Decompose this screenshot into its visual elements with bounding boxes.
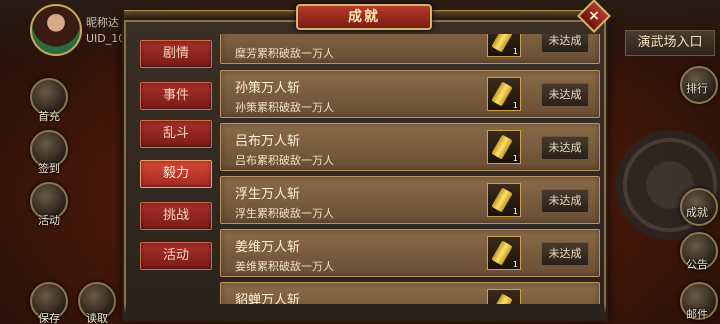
arena-entrance-button[interactable]: 演武场入口 <box>625 30 715 56</box>
notice-label: 公告 <box>686 258 708 271</box>
achievement-title: 孙策万人斩 <box>235 81 301 96</box>
list-item: 吕布万人斩 吕布累积破敌一万人 1 未达成 <box>220 123 600 171</box>
tab-challenge[interactable]: 挑战 <box>140 202 212 230</box>
achievement-desc: 孙策累积破敌一万人 <box>235 101 334 114</box>
close-icon: × <box>588 7 600 24</box>
reward-count: 1 <box>512 260 518 269</box>
status-button[interactable]: 未达成 <box>541 34 589 53</box>
reward-item[interactable]: 1 <box>487 77 521 111</box>
scroll-icon <box>491 240 513 266</box>
reward-count: 1 <box>512 207 518 216</box>
achievement-desc: 吕布累积破敌一万人 <box>235 154 334 167</box>
list-item: 姜维万人斩 姜维累积破敌一万人 1 未达成 <box>220 229 600 277</box>
reward-item[interactable]: 1 <box>487 130 521 164</box>
achievement-desc: 糜芳累积破敌一万人 <box>235 47 334 60</box>
activity-label: 活动 <box>38 214 60 227</box>
list-item: 浮生万人斩 浮生累积破敌一万人 1 未达成 <box>220 176 600 224</box>
status-button[interactable]: 未达成 <box>541 242 589 266</box>
achievement-label: 成就 <box>686 206 708 219</box>
load-label: 读取 <box>86 312 108 324</box>
first-recharge-label: 首充 <box>38 110 60 123</box>
tab-melee[interactable]: 乱斗 <box>140 120 212 148</box>
achievement-list[interactable]: 糜芳累积破敌一万人 1 未达成 孙策万人斩 孙策累积破敌一万人 1 未达成 吕布… <box>218 34 602 304</box>
status-button[interactable]: 未达成 <box>541 83 589 107</box>
achievement-title: 姜维万人斩 <box>235 240 301 255</box>
reward-count: 1 <box>512 101 518 110</box>
scroll-icon <box>491 34 513 53</box>
tab-activity[interactable]: 活动 <box>140 242 212 270</box>
reward-item[interactable]: 1 <box>487 236 521 270</box>
list-item: 孙策万人斩 孙策累积破敌一万人 1 未达成 <box>220 70 600 118</box>
reward-item[interactable]: 1 <box>487 34 521 57</box>
avatar[interactable] <box>30 4 82 56</box>
achievement-title: 浮生万人斩 <box>235 187 301 202</box>
sign-in-label: 签到 <box>38 162 60 175</box>
tab-story[interactable]: 剧情 <box>140 40 212 68</box>
category-tabs: 剧情 事件 乱斗 毅力 挑战 活动 <box>136 34 216 304</box>
achievement-title: 貂蝉万人斩 <box>235 293 301 304</box>
scroll-icon <box>491 187 513 213</box>
reward-item[interactable]: 1 <box>487 183 521 217</box>
ranking-label: 排行 <box>686 82 708 95</box>
scroll-icon <box>491 134 513 160</box>
mail-label: 邮件 <box>686 308 708 321</box>
reward-item[interactable] <box>487 289 521 304</box>
panel-bottom-edge <box>124 304 606 320</box>
tab-perseverance[interactable]: 毅力 <box>140 160 212 188</box>
player-nickname: 昵称达 <box>86 16 119 29</box>
panel-title: 成就 <box>296 4 432 30</box>
status-button[interactable]: 未达成 <box>541 189 589 213</box>
achievement-desc: 浮生累积破敌一万人 <box>235 207 334 220</box>
status-button[interactable]: 未达成 <box>541 136 589 160</box>
list-item: 糜芳累积破敌一万人 1 未达成 <box>220 34 600 64</box>
tab-event[interactable]: 事件 <box>140 82 212 110</box>
reward-count: 1 <box>512 154 518 163</box>
reward-count: 1 <box>512 47 518 56</box>
scroll-icon <box>491 293 513 304</box>
scroll-icon <box>491 81 513 107</box>
achievement-title: 吕布万人斩 <box>235 134 301 149</box>
achievement-desc: 姜维累积破敌一万人 <box>235 260 334 273</box>
save-label: 保存 <box>38 312 60 324</box>
list-item: 貂蝉万人斩 <box>220 282 600 304</box>
